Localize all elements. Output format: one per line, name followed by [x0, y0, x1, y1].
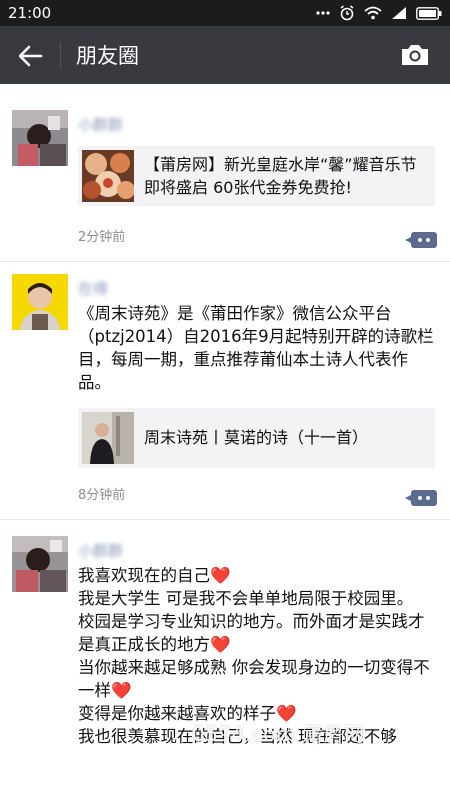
alarm-icon [340, 5, 354, 21]
card-thumbnail [82, 412, 134, 464]
avatar[interactable] [12, 110, 68, 166]
post-line: 校园是学习专业知识的地方。而外面才是实践才是真正成长的地方❤️ [78, 612, 425, 654]
moment-post: 小群群 【莆房网】新光皇庭水岸“馨”耀音乐节即将盛启 60张代金券免费抢! 2分… [0, 84, 450, 262]
back-arrow-icon[interactable] [16, 42, 44, 70]
post-line: 我是大学生 可是我不会单单地局限于校园里。 [78, 589, 414, 608]
post-line: 我喜欢现在的自己❤️ [78, 566, 231, 585]
nickname[interactable]: 小群群 [78, 114, 123, 135]
post-line: 当你越来越足够成熟 你会发现身边的一切变得不一样❤️ [78, 658, 430, 700]
avatar[interactable] [12, 274, 68, 330]
moment-post: 在得 《周末诗苑》是《莆田作家》微信公众平台（ptzj2014）自2016年9月… [0, 262, 450, 520]
moment-post: 小群群 我喜欢现在的自己❤️ 我是大学生 可是我不会单单地局限于校园里。 校园是… [0, 520, 450, 800]
comment-icon[interactable] [405, 490, 437, 506]
comment-icon[interactable] [405, 232, 437, 248]
title-divider [60, 42, 61, 68]
post-line: 我也很羡慕现在的自己，当然 现在都还不够 [78, 727, 397, 746]
card-title: 【莆房网】新光皇庭水岸“馨”耀音乐节即将盛启 60张代金券免费抢! [144, 155, 417, 197]
status-bar: 21:00 [0, 0, 450, 26]
wifi-icon [364, 6, 382, 20]
post-line: 变得是你越来越喜欢的样子❤️ [78, 704, 297, 723]
nickname[interactable]: 在得 [78, 278, 108, 299]
status-time: 21:00 [8, 4, 52, 22]
avatar[interactable] [12, 536, 68, 592]
more-dots-icon [316, 11, 330, 15]
card-thumbnail [82, 150, 134, 202]
page-title: 朋友圈 [76, 44, 139, 68]
signal-icon [392, 7, 406, 19]
moments-feed[interactable]: 小群群 【莆房网】新光皇庭水岸“馨”耀音乐节即将盛启 60张代金券免费抢! 2分… [0, 84, 450, 800]
post-time: 2分钟前 [78, 230, 126, 245]
title-bar: 朋友圈 [0, 26, 450, 84]
status-icons [316, 5, 442, 21]
nickname[interactable]: 小群群 [78, 540, 123, 561]
camera-icon[interactable] [400, 42, 430, 68]
post-time: 8分钟前 [78, 488, 126, 503]
battery-icon [416, 6, 442, 20]
post-text: 我喜欢现在的自己❤️ 我是大学生 可是我不会单单地局限于校园里。 校园是学习专业… [78, 564, 440, 748]
post-text: 《周末诗苑》是《莆田作家》微信公众平台（ptzj2014）自2016年9月起特别… [78, 304, 434, 392]
link-card[interactable]: 周末诗苑丨莫诺的诗（十一首） [78, 408, 435, 468]
link-card[interactable]: 【莆房网】新光皇庭水岸“馨”耀音乐节即将盛启 60张代金券免费抢! [78, 146, 435, 206]
card-title: 周末诗苑丨莫诺的诗（十一首） [144, 428, 369, 447]
